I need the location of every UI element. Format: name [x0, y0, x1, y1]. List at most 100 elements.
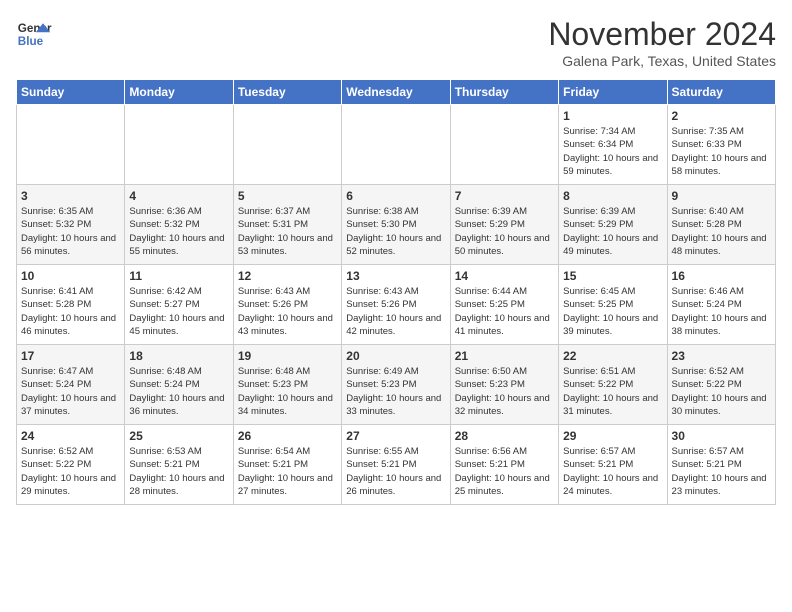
weekday-header: Friday — [559, 80, 667, 105]
calendar-week-row: 3 Sunrise: 6:35 AM Sunset: 5:32 PM Daylig… — [17, 185, 776, 265]
day-number: 19 — [238, 349, 337, 363]
day-number: 5 — [238, 189, 337, 203]
day-number: 23 — [672, 349, 771, 363]
calendar-cell: 14 Sunrise: 6:44 AM Sunset: 5:25 PM Dayli… — [450, 265, 558, 345]
day-info: Sunrise: 6:44 AM Sunset: 5:25 PM Dayligh… — [455, 285, 554, 338]
day-info: Sunrise: 6:52 AM Sunset: 5:22 PM Dayligh… — [672, 365, 771, 418]
day-info: Sunrise: 6:50 AM Sunset: 5:23 PM Dayligh… — [455, 365, 554, 418]
day-number: 24 — [21, 429, 120, 443]
day-info: Sunrise: 6:52 AM Sunset: 5:22 PM Dayligh… — [21, 445, 120, 498]
month-title: November 2024 — [548, 16, 776, 53]
calendar-cell: 1Sunrise: 7:34 AM Sunset: 6:34 PM Daylig… — [559, 105, 667, 185]
day-number: 15 — [563, 269, 662, 283]
svg-text:Blue: Blue — [18, 35, 44, 48]
weekday-header: Thursday — [450, 80, 558, 105]
calendar-cell: 25Sunrise: 6:53 AM Sunset: 5:21 PM Dayli… — [125, 425, 233, 505]
calendar-cell: 11 Sunrise: 6:42 AM Sunset: 5:27 PM Dayli… — [125, 265, 233, 345]
logo: General Blue — [16, 16, 52, 52]
day-info: Sunrise: 6:46 AM Sunset: 5:24 PM Dayligh… — [672, 285, 771, 338]
calendar-cell: 7Sunrise: 6:39 AM Sunset: 5:29 PM Daylig… — [450, 185, 558, 265]
calendar-cell: 17 Sunrise: 6:47 AM Sunset: 5:24 PM Dayli… — [17, 345, 125, 425]
day-info: Sunrise: 6:43 AM Sunset: 5:26 PM Dayligh… — [346, 285, 445, 338]
calendar-cell: 19 Sunrise: 6:48 AM Sunset: 5:23 PM Dayli… — [233, 345, 341, 425]
day-number: 6 — [346, 189, 445, 203]
calendar-cell — [125, 105, 233, 185]
calendar-header-row: SundayMondayTuesdayWednesdayThursdayFrid… — [17, 80, 776, 105]
page-header: General Blue November 2024 Galena Park, … — [16, 16, 776, 69]
day-info: Sunrise: 6:43 AM Sunset: 5:26 PM Dayligh… — [238, 285, 337, 338]
day-number: 30 — [672, 429, 771, 443]
calendar-cell: 10 Sunrise: 6:41 AM Sunset: 5:28 PM Dayli… — [17, 265, 125, 345]
calendar-cell — [17, 105, 125, 185]
calendar-cell: 16 Sunrise: 6:46 AM Sunset: 5:24 PM Dayli… — [667, 265, 775, 345]
day-number: 14 — [455, 269, 554, 283]
day-number: 10 — [21, 269, 120, 283]
day-number: 26 — [238, 429, 337, 443]
day-number: 22 — [563, 349, 662, 363]
day-info: Sunrise: 6:55 AM Sunset: 5:21 PM Dayligh… — [346, 445, 445, 498]
calendar-cell: 26 Sunrise: 6:54 AM Sunset: 5:21 PM Dayli… — [233, 425, 341, 505]
calendar-cell: 9Sunrise: 6:40 AM Sunset: 5:28 PM Daylig… — [667, 185, 775, 265]
day-number: 18 — [129, 349, 228, 363]
title-block: November 2024 Galena Park, Texas, United… — [548, 16, 776, 69]
weekday-header: Sunday — [17, 80, 125, 105]
day-number: 2 — [672, 109, 771, 123]
day-info: Sunrise: 6:38 AM Sunset: 5:30 PM Dayligh… — [346, 205, 445, 258]
calendar-week-row: 1Sunrise: 7:34 AM Sunset: 6:34 PM Daylig… — [17, 105, 776, 185]
calendar-week-row: 24 Sunrise: 6:52 AM Sunset: 5:22 PM Dayli… — [17, 425, 776, 505]
calendar-cell: 4Sunrise: 6:36 AM Sunset: 5:32 PM Daylig… — [125, 185, 233, 265]
calendar-cell: 27Sunrise: 6:55 AM Sunset: 5:21 PM Dayli… — [342, 425, 450, 505]
calendar-cell: 21 Sunrise: 6:50 AM Sunset: 5:23 PM Dayli… — [450, 345, 558, 425]
calendar-week-row: 10 Sunrise: 6:41 AM Sunset: 5:28 PM Dayli… — [17, 265, 776, 345]
calendar-cell: 30 Sunrise: 6:57 AM Sunset: 5:21 PM Dayli… — [667, 425, 775, 505]
calendar-week-row: 17 Sunrise: 6:47 AM Sunset: 5:24 PM Dayli… — [17, 345, 776, 425]
day-number: 16 — [672, 269, 771, 283]
day-number: 28 — [455, 429, 554, 443]
location-subtitle: Galena Park, Texas, United States — [548, 53, 776, 69]
calendar-cell: 29Sunrise: 6:57 AM Sunset: 5:21 PM Dayli… — [559, 425, 667, 505]
calendar-cell: 8Sunrise: 6:39 AM Sunset: 5:29 PM Daylig… — [559, 185, 667, 265]
calendar-body: 1Sunrise: 7:34 AM Sunset: 6:34 PM Daylig… — [17, 105, 776, 505]
weekday-header: Wednesday — [342, 80, 450, 105]
day-info: Sunrise: 6:49 AM Sunset: 5:23 PM Dayligh… — [346, 365, 445, 418]
day-info: Sunrise: 6:48 AM Sunset: 5:24 PM Dayligh… — [129, 365, 228, 418]
day-info: Sunrise: 6:47 AM Sunset: 5:24 PM Dayligh… — [21, 365, 120, 418]
calendar-cell: 6 Sunrise: 6:38 AM Sunset: 5:30 PM Daylig… — [342, 185, 450, 265]
day-info: Sunrise: 6:48 AM Sunset: 5:23 PM Dayligh… — [238, 365, 337, 418]
day-number: 17 — [21, 349, 120, 363]
calendar-cell: 22 Sunrise: 6:51 AM Sunset: 5:22 PM Dayli… — [559, 345, 667, 425]
calendar-cell: 2 Sunrise: 7:35 AM Sunset: 6:33 PM Daylig… — [667, 105, 775, 185]
calendar-cell — [450, 105, 558, 185]
day-info: Sunrise: 6:56 AM Sunset: 5:21 PM Dayligh… — [455, 445, 554, 498]
calendar-cell: 18 Sunrise: 6:48 AM Sunset: 5:24 PM Dayli… — [125, 345, 233, 425]
day-info: Sunrise: 6:57 AM Sunset: 5:21 PM Dayligh… — [672, 445, 771, 498]
day-number: 3 — [21, 189, 120, 203]
day-info: Sunrise: 6:42 AM Sunset: 5:27 PM Dayligh… — [129, 285, 228, 338]
logo-icon: General Blue — [16, 16, 52, 52]
weekday-header: Tuesday — [233, 80, 341, 105]
day-info: Sunrise: 6:53 AM Sunset: 5:21 PM Dayligh… — [129, 445, 228, 498]
calendar-cell — [233, 105, 341, 185]
day-number: 9 — [672, 189, 771, 203]
calendar-cell — [342, 105, 450, 185]
day-info: Sunrise: 6:35 AM Sunset: 5:32 PM Dayligh… — [21, 205, 120, 258]
day-number: 1 — [563, 109, 662, 123]
day-info: Sunrise: 6:54 AM Sunset: 5:21 PM Dayligh… — [238, 445, 337, 498]
calendar-cell: 24 Sunrise: 6:52 AM Sunset: 5:22 PM Dayli… — [17, 425, 125, 505]
day-info: Sunrise: 7:35 AM Sunset: 6:33 PM Dayligh… — [672, 125, 771, 178]
day-number: 21 — [455, 349, 554, 363]
day-info: Sunrise: 6:39 AM Sunset: 5:29 PM Dayligh… — [563, 205, 662, 258]
weekday-header: Saturday — [667, 80, 775, 105]
day-number: 4 — [129, 189, 228, 203]
day-info: Sunrise: 6:41 AM Sunset: 5:28 PM Dayligh… — [21, 285, 120, 338]
day-info: Sunrise: 6:57 AM Sunset: 5:21 PM Dayligh… — [563, 445, 662, 498]
calendar-cell: 28 Sunrise: 6:56 AM Sunset: 5:21 PM Dayli… — [450, 425, 558, 505]
calendar-cell: 23 Sunrise: 6:52 AM Sunset: 5:22 PM Dayli… — [667, 345, 775, 425]
calendar-cell: 3 Sunrise: 6:35 AM Sunset: 5:32 PM Daylig… — [17, 185, 125, 265]
calendar-cell: 12Sunrise: 6:43 AM Sunset: 5:26 PM Dayli… — [233, 265, 341, 345]
weekday-header: Monday — [125, 80, 233, 105]
day-info: Sunrise: 6:51 AM Sunset: 5:22 PM Dayligh… — [563, 365, 662, 418]
calendar-cell: 20Sunrise: 6:49 AM Sunset: 5:23 PM Dayli… — [342, 345, 450, 425]
day-number: 11 — [129, 269, 228, 283]
day-info: Sunrise: 6:37 AM Sunset: 5:31 PM Dayligh… — [238, 205, 337, 258]
